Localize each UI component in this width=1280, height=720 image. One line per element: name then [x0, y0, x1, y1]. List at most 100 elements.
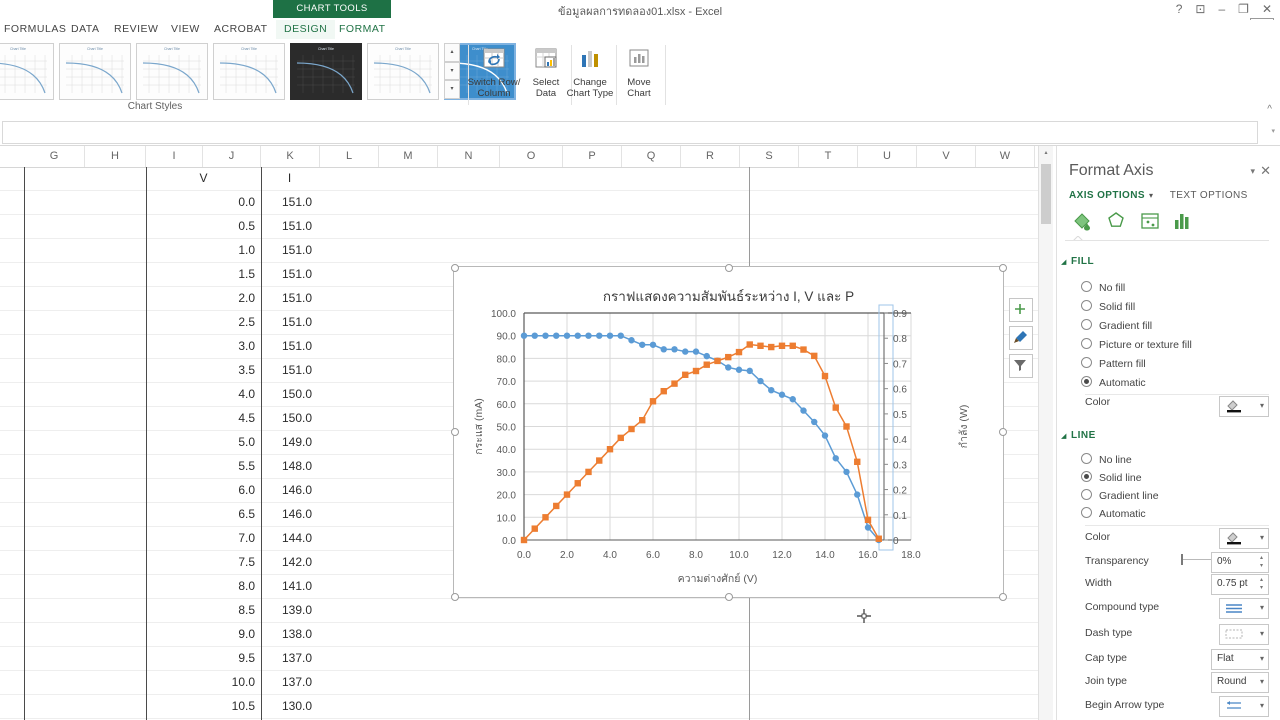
cell-current[interactable]: 137.0 [261, 671, 318, 694]
chart-object[interactable]: กราฟแสดงความสัมพันธ์ระหว่าง I, V และ P 0… [451, 264, 1007, 601]
data-point[interactable] [531, 332, 538, 339]
data-point[interactable] [725, 364, 732, 371]
column-header-M[interactable]: M [379, 146, 438, 167]
y-axis-title[interactable]: กระแส (mA) [473, 398, 485, 454]
column-header-N[interactable]: N [438, 146, 500, 167]
column-header-U[interactable]: U [858, 146, 917, 167]
data-point[interactable] [703, 352, 710, 360]
radio-gradient-fill[interactable]: Gradient fill [1081, 319, 1152, 332]
cell-voltage[interactable]: 2.5 [146, 311, 261, 334]
radio-no-line[interactable]: No line [1081, 453, 1132, 466]
data-point[interactable] [703, 361, 710, 368]
chevron-down-icon[interactable]: ▾ [1260, 603, 1264, 612]
ribbon-display-options-icon[interactable]: ⊡ [1195, 2, 1205, 16]
column-header-K[interactable]: K [261, 146, 320, 167]
cell-header-i[interactable]: I [261, 167, 318, 190]
tab-acrobat[interactable]: ACROBAT [206, 20, 275, 39]
cell-voltage[interactable]: 5.5 [146, 455, 261, 478]
data-point[interactable] [746, 341, 753, 348]
chevron-down-icon[interactable]: ▾ [1260, 654, 1264, 663]
cell-current[interactable]: 148.0 [261, 455, 318, 478]
gallery-scroll-down-icon[interactable]: ▾ [444, 61, 460, 81]
data-point[interactable] [671, 346, 678, 353]
data-point[interactable] [585, 332, 592, 339]
data-point[interactable] [746, 367, 753, 375]
data-point[interactable] [542, 332, 549, 339]
data-point[interactable] [574, 480, 581, 487]
dash-type-dropdown[interactable]: ▾ [1219, 624, 1269, 645]
data-point[interactable] [649, 398, 657, 405]
tab-data[interactable]: DATA [63, 20, 107, 39]
cell-voltage[interactable]: 9.0 [146, 623, 261, 646]
scrollbar-thumb[interactable] [1041, 164, 1051, 224]
data-point[interactable] [692, 348, 700, 355]
data-point[interactable] [768, 343, 775, 351]
table-row[interactable]: VI [0, 167, 1052, 191]
cell-current[interactable]: 150.0 [261, 407, 318, 430]
data-point[interactable] [617, 434, 624, 442]
radio-pattern-fill[interactable]: Pattern fill [1081, 357, 1146, 370]
radio-picture-or-texture-fill[interactable]: Picture or texture fill [1081, 338, 1192, 351]
data-point[interactable] [563, 332, 571, 339]
column-header-G[interactable]: G [24, 146, 85, 167]
data-point[interactable] [789, 342, 796, 349]
table-row[interactable]: 0.0 151.0 [0, 191, 1052, 215]
cell-header-v[interactable]: V [146, 167, 261, 190]
data-point[interactable] [735, 366, 743, 373]
data-point[interactable] [682, 348, 689, 355]
cell-voltage[interactable]: 2.0 [146, 287, 261, 310]
data-point[interactable] [639, 416, 646, 424]
data-point[interactable] [553, 332, 560, 339]
tab-text-options[interactable]: TEXT OPTIONS [1170, 190, 1248, 201]
table-row[interactable]: 9.0 138.0 [0, 623, 1052, 647]
data-point[interactable] [725, 353, 732, 361]
data-point[interactable] [563, 491, 571, 498]
cell-current[interactable]: 141.0 [261, 575, 318, 598]
data-point[interactable] [832, 404, 839, 411]
table-row[interactable]: 10.0 137.0 [0, 671, 1052, 695]
data-point[interactable] [606, 446, 614, 453]
data-point[interactable] [628, 337, 635, 344]
data-point[interactable] [606, 332, 614, 339]
data-point[interactable] [811, 352, 818, 360]
close-icon[interactable]: ✕ [1262, 2, 1272, 16]
column-header-O[interactable]: O [500, 146, 563, 167]
column-header-J[interactable]: J [203, 146, 261, 167]
help-icon[interactable]: ? [1176, 2, 1183, 16]
line-transparency-input[interactable]: 0% ▴ ▾ [1211, 552, 1269, 573]
y2-axis-title[interactable]: กำลัง (W) [958, 405, 970, 449]
gallery-scroll-buttons[interactable]: ▴ ▾ ▾ [444, 43, 460, 100]
line-color-picker[interactable]: ▾ [1219, 528, 1269, 549]
data-point[interactable] [660, 346, 667, 353]
table-row[interactable]: 9.5 137.0 [0, 647, 1052, 671]
cell-current[interactable]: 149.0 [261, 431, 318, 454]
tab-review[interactable]: REVIEW [106, 20, 166, 39]
cell-current[interactable]: 139.0 [261, 599, 318, 622]
tab-design[interactable]: DESIGN [276, 20, 336, 39]
column-header-H[interactable]: H [85, 146, 146, 167]
radio-automatic-fill[interactable]: Automatic [1081, 376, 1146, 389]
chevron-down-icon[interactable]: ▾ [1260, 401, 1264, 410]
fill-and-line-icon[interactable] [1069, 208, 1097, 236]
tab-format[interactable]: FORMAT [331, 20, 394, 39]
data-point[interactable] [843, 423, 850, 430]
data-point[interactable] [542, 514, 549, 521]
cell-voltage[interactable]: 0.5 [146, 215, 261, 238]
data-point[interactable] [854, 491, 861, 498]
grid-vertical-scrollbar[interactable]: ▴ [1038, 146, 1053, 720]
table-row[interactable]: 10.5 130.0 [0, 695, 1052, 719]
move-chart-button[interactable]: Move Chart [611, 45, 667, 99]
cell-current[interactable]: 151.0 [261, 359, 318, 382]
data-point[interactable] [574, 332, 581, 339]
data-point[interactable] [628, 425, 635, 433]
data-point[interactable] [735, 348, 743, 356]
cell-current[interactable]: 138.0 [261, 623, 318, 646]
cell-voltage[interactable]: 7.0 [146, 527, 261, 550]
cell-voltage[interactable]: 3.5 [146, 359, 261, 382]
radio-solid-line[interactable]: Solid line [1081, 471, 1142, 484]
axis-options-icon[interactable] [1169, 208, 1197, 236]
data-point[interactable] [757, 377, 764, 385]
begin-arrow-type-dropdown[interactable]: ▾ [1219, 696, 1269, 717]
chevron-down-icon[interactable]: ▾ [1260, 677, 1264, 686]
chart-plot[interactable]: 0.0 10.0 20.0 30.0 40.0 50.0 60.0 70.0 80.0 90.0 1… [454, 295, 1003, 595]
